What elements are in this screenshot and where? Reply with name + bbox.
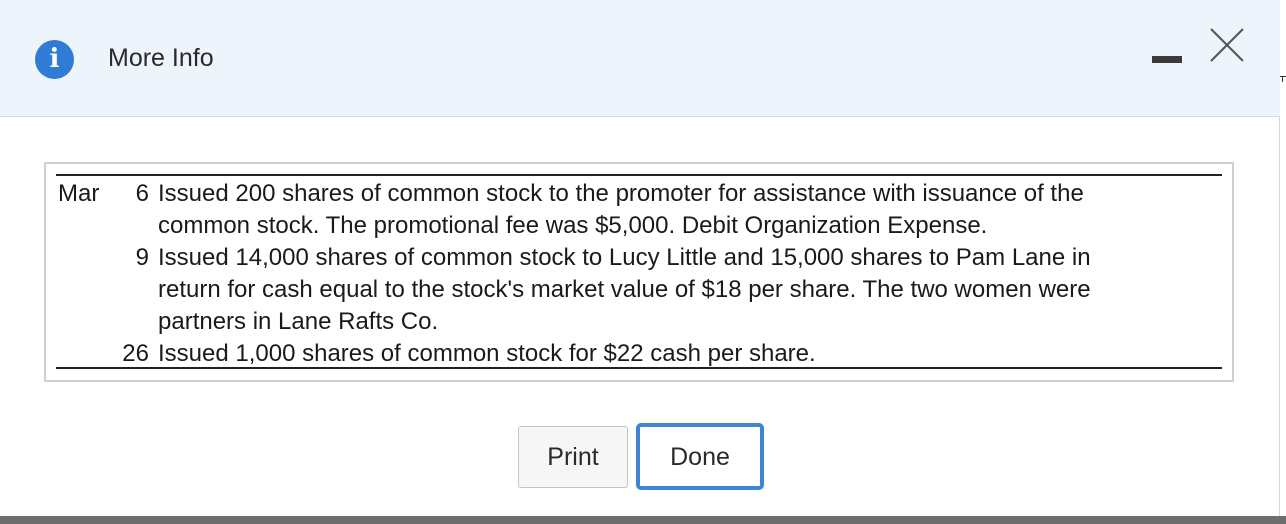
close-button[interactable] [1208,26,1246,64]
dialog-title: More Info [108,44,214,72]
transaction-description: Issued 14,000 shares of common stock to … [158,242,1218,338]
description-line: Issued 200 shares of common stock to the… [158,180,1084,207]
day-label: 6 [135,180,149,207]
edge-mark [1280,76,1286,77]
table-bottom-rule [56,367,1222,369]
minimize-icon [1152,56,1182,63]
edge-mark [1282,76,1283,82]
dialog-header: i More Info [0,0,1280,117]
print-button-label: Print [547,443,599,471]
day-label: 9 [135,244,149,271]
day-label: 26 [122,340,149,367]
description-line: return for cash equal to the stock's mar… [158,276,1091,303]
table-top-rule [56,174,1222,176]
transactions-table: Mar 6 Issued 200 shares of common stock … [44,162,1234,382]
minimize-button[interactable] [1152,52,1182,72]
more-info-dialog: i More Info Mar 6 Issued 200 shares of c… [0,0,1280,516]
done-button[interactable]: Done [636,423,764,490]
info-icon: i [35,40,74,79]
transaction-description: Issued 200 shares of common stock to the… [158,178,1218,242]
close-icon [1210,28,1244,62]
transaction-description: Issued 1,000 shares of common stock for … [158,338,1218,370]
description-line: partners in Lane Rafts Co. [158,308,439,335]
description-line: Issued 1,000 shares of common stock for … [158,340,816,367]
window-bottom-edge [0,516,1286,524]
month-label: Mar [58,180,100,207]
window-edge [1280,0,1286,516]
description-line: common stock. The promotional fee was $5… [158,212,988,239]
description-line: Issued 14,000 shares of common stock to … [158,244,1091,271]
print-button[interactable]: Print [518,426,628,488]
done-button-label: Done [670,443,730,471]
